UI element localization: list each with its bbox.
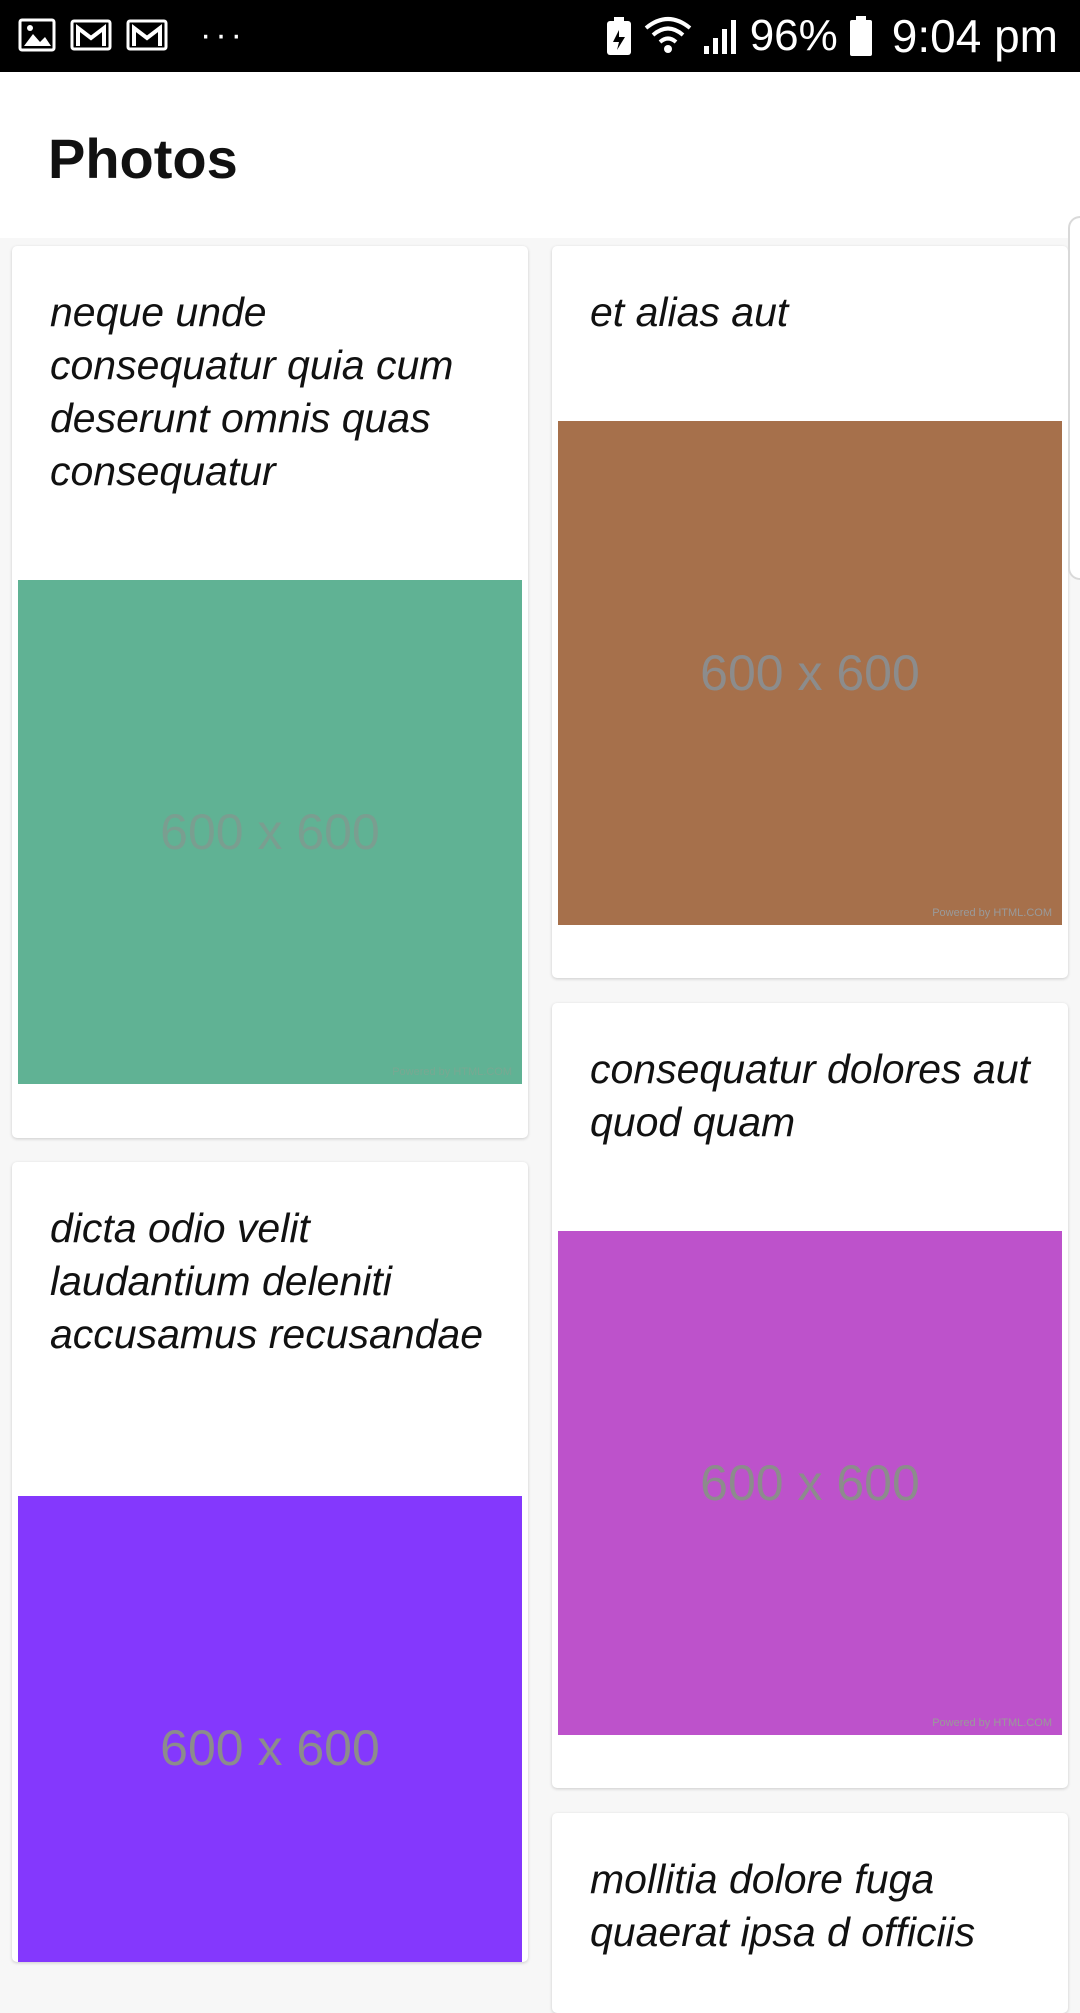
battery-icon xyxy=(848,15,874,57)
photo-credit: Powered by HTML.COM xyxy=(392,1066,512,1078)
photo-title: consequatur dolores aut quod quam xyxy=(590,1046,1030,1145)
photo-placeholder-label: 600 x 600 xyxy=(160,804,380,860)
gmail-icon xyxy=(70,16,112,54)
photo-card[interactable]: neque unde consequatur quia cum deserunt… xyxy=(12,246,528,1138)
gallery-icon xyxy=(18,16,56,54)
photo-thumbnail[interactable]: 600 x 600 Powered by HTML.COM xyxy=(558,1231,1062,1735)
photo-thumbnail[interactable]: 600 x 600 xyxy=(18,1496,522,1962)
notification-icons: ··· xyxy=(18,16,246,54)
photo-thumbnail[interactable]: 600 x 600 Powered by HTML.COM xyxy=(18,580,522,1084)
page-title: Photos xyxy=(48,127,238,190)
photo-thumbnail[interactable]: 600 x 600 Powered by HTML.COM xyxy=(558,421,1062,925)
photo-card[interactable]: mollitia dolore fuga quaerat ipsa d offi… xyxy=(552,1813,1068,2013)
status-bar: ··· 96% 9:04 pm xyxy=(0,0,1080,72)
photo-credit: Powered by HTML.COM xyxy=(932,907,1052,919)
app-header: Photos xyxy=(0,72,1080,238)
photo-placeholder-label: 600 x 600 xyxy=(700,645,920,701)
battery-saver-icon xyxy=(604,15,634,57)
wifi-icon xyxy=(644,16,692,56)
photo-placeholder-label: 600 x 600 xyxy=(700,1455,920,1511)
more-notifications-icon: ··· xyxy=(200,16,246,54)
scroll-indicator[interactable] xyxy=(1068,216,1080,580)
battery-percentage: 96% xyxy=(749,11,838,60)
photo-title: mollitia dolore fuga quaerat ipsa d offi… xyxy=(590,1856,976,1955)
system-icons: 96% 9:04 pm xyxy=(604,10,1058,62)
photo-card[interactable]: dicta odio velit laudantium deleniti acc… xyxy=(12,1162,528,1962)
photo-credit: Powered by HTML.COM xyxy=(932,1717,1052,1729)
photo-title: et alias aut xyxy=(590,289,789,335)
clock: 9:04 pm xyxy=(891,10,1058,62)
photo-placeholder-label: 600 x 600 xyxy=(160,1720,380,1776)
photo-card[interactable]: et alias aut 600 x 600 Powered by HTML.C… xyxy=(552,246,1068,978)
photo-title: neque unde consequatur quia cum deserunt… xyxy=(50,289,454,494)
photo-title: dicta odio velit laudantium deleniti acc… xyxy=(50,1205,484,1357)
signal-icon xyxy=(702,16,740,56)
gmail-icon xyxy=(126,16,168,54)
photo-card[interactable]: consequatur dolores aut quod quam 600 x … xyxy=(552,1003,1068,1788)
